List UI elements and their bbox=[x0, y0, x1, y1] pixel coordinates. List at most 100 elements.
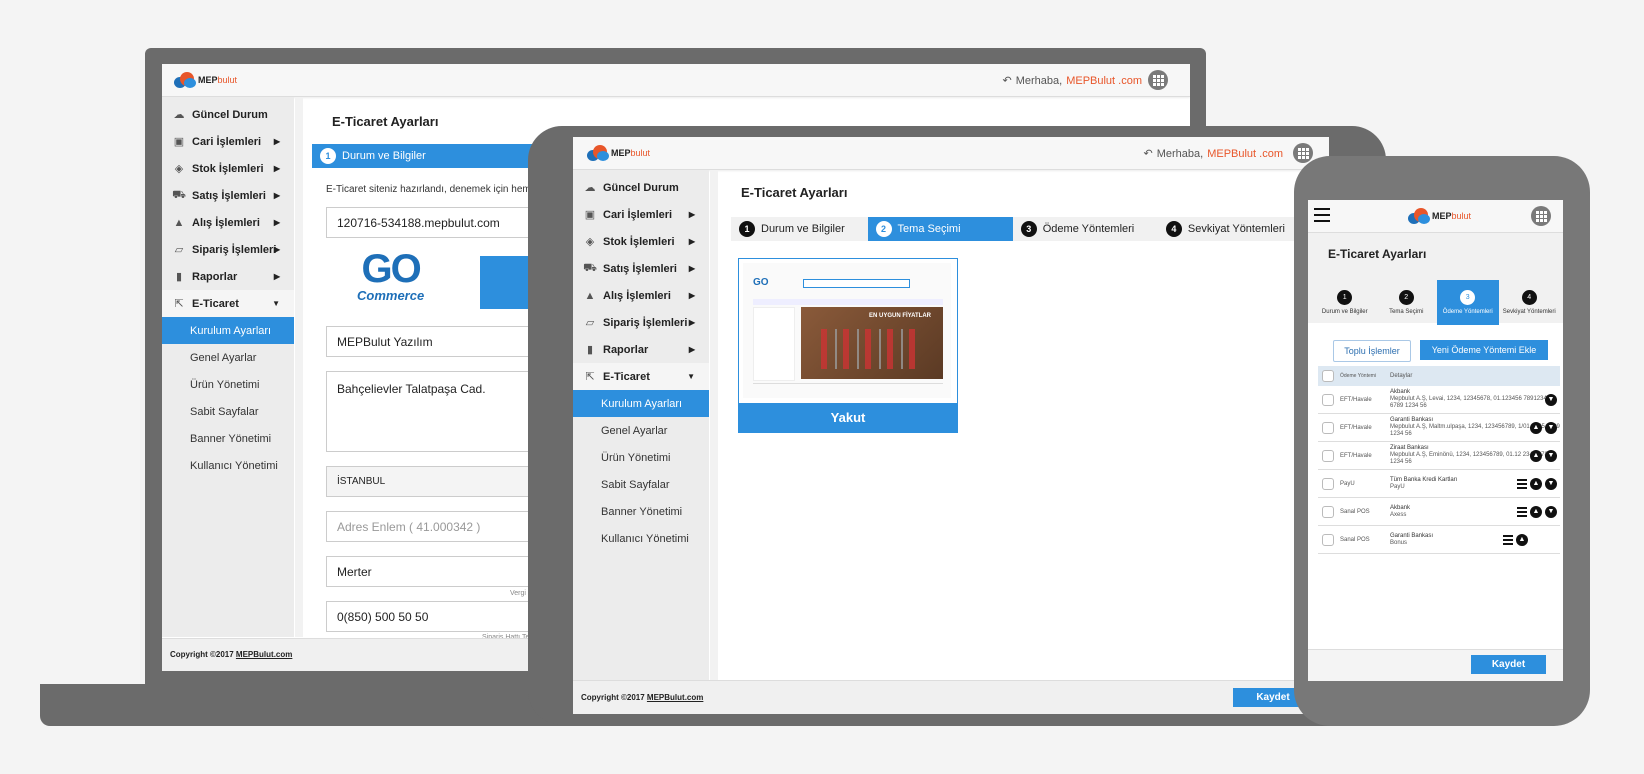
table-row[interactable]: EFT/Havale Akbank Mepbulut A.Ş, Levai, 123… bbox=[1318, 386, 1560, 414]
submenu-sabit-sayfalar[interactable]: Sabit Sayfalar bbox=[573, 471, 709, 498]
submenu-kurulum-ayarlari[interactable]: Kurulum Ayarları bbox=[573, 390, 709, 417]
sidebar-scrollbar[interactable] bbox=[710, 170, 718, 680]
menu-label: Sipariş İşlemleri bbox=[192, 243, 277, 256]
menu-raporlar[interactable]: ▮ Raporlar ▶ bbox=[573, 336, 709, 363]
submenu-kullanici-yonetimi[interactable]: Kullanıcı Yönetimi bbox=[573, 525, 709, 552]
step-1-tab[interactable]: 1 Durum ve Bilgiler bbox=[312, 144, 550, 168]
save-button[interactable]: Kaydet bbox=[1471, 655, 1546, 674]
table-row[interactable]: Sanal POS Garanti Bankası Bonus ▲ bbox=[1318, 526, 1560, 554]
copyright-link[interactable]: MEPBulut.com bbox=[236, 650, 292, 659]
row-checkbox[interactable] bbox=[1322, 393, 1334, 406]
page-title: E-Ticaret Ayarları bbox=[332, 114, 439, 129]
menu-cari-islemleri[interactable]: ▣ Cari İşlemleri ▶ bbox=[573, 201, 709, 228]
user-greeting: ↶ Merhaba, MEPBulut .com bbox=[1143, 147, 1283, 161]
step-2-tab[interactable]: 2 Tema Seçimi bbox=[1376, 280, 1438, 325]
list-icon[interactable] bbox=[1517, 506, 1527, 517]
domain-field[interactable]: 120716-534188.mepbulut.com bbox=[326, 207, 546, 238]
move-up-icon[interactable]: ▲ bbox=[1530, 477, 1542, 490]
theme-card[interactable]: GO EN UYGUN FİYATLAR Yakut bbox=[738, 258, 958, 433]
menu-siparis-islemleri[interactable]: ▱ Sipariş İşlemleri ▶ bbox=[162, 236, 294, 263]
table-row[interactable]: PayU Tüm Banka Kredi Kartları PayU ▲ ▼ bbox=[1318, 470, 1560, 498]
move-down-icon[interactable]: ▼ bbox=[1545, 393, 1557, 406]
submenu-genel-ayarlar[interactable]: Genel Ayarlar bbox=[573, 417, 709, 444]
menu-e-ticaret[interactable]: ⇱ E-Ticaret ▼ bbox=[573, 363, 709, 390]
bulk-actions-button[interactable]: Toplu İşlemler bbox=[1333, 340, 1411, 362]
submenu-banner-yonetimi[interactable]: Banner Yönetimi bbox=[573, 498, 709, 525]
menu-label: Alış İşlemleri bbox=[603, 289, 671, 302]
table-row[interactable]: EFT/Havale Garanti Bankası Mepbulut A.Ş, M… bbox=[1318, 414, 1560, 442]
move-up-icon[interactable]: ▲ bbox=[1530, 505, 1542, 518]
list-icon[interactable] bbox=[1517, 478, 1527, 489]
menu-e-ticaret[interactable]: ⇱ E-Ticaret ▼ bbox=[162, 290, 294, 317]
apps-grid-icon[interactable] bbox=[1148, 70, 1168, 90]
latitude-field[interactable]: Adres Enlem ( 41.000342 ) bbox=[326, 511, 546, 542]
menu-satis-islemleri[interactable]: ⛟ Satış İşlemleri ▶ bbox=[573, 255, 709, 282]
row-checkbox[interactable] bbox=[1322, 505, 1334, 518]
user-name[interactable]: MEPBulut .com bbox=[1207, 148, 1283, 160]
logo[interactable]: MEP bulut bbox=[587, 145, 650, 161]
row-checkbox[interactable] bbox=[1322, 421, 1334, 434]
address-field[interactable]: Bahçelievler Talatpaşa Cad. bbox=[326, 371, 546, 452]
move-up-icon[interactable]: ▲ bbox=[1530, 421, 1542, 434]
user-icon: ↶ bbox=[1143, 148, 1153, 160]
table-row[interactable]: Sanal POS Akbank Axess ▲ ▼ bbox=[1318, 498, 1560, 526]
row-checkbox[interactable] bbox=[1322, 477, 1334, 490]
row-checkbox[interactable] bbox=[1322, 449, 1334, 462]
menu-raporlar[interactable]: ▮ Raporlar ▶ bbox=[162, 263, 294, 290]
step-1-tab[interactable]: 1 Durum ve Bilgiler bbox=[731, 217, 868, 241]
add-payment-method-button[interactable]: Yeni Ödeme Yöntemi Ekle bbox=[1420, 340, 1548, 360]
submenu-kullanici-yonetimi[interactable]: Kullanıcı Yönetimi bbox=[162, 452, 294, 479]
move-down-icon[interactable]: ▼ bbox=[1545, 477, 1557, 490]
phone-field[interactable]: 0(850) 500 50 50 bbox=[326, 601, 546, 632]
preview-logo: GO bbox=[753, 277, 769, 288]
step-3-tab[interactable]: 3 Ödeme Yöntemleri bbox=[1437, 280, 1499, 325]
submenu-sabit-sayfalar[interactable]: Sabit Sayfalar bbox=[162, 398, 294, 425]
move-down-icon[interactable]: ▼ bbox=[1545, 449, 1557, 462]
apps-grid-icon[interactable] bbox=[1531, 206, 1551, 226]
city-select[interactable]: İSTANBUL bbox=[326, 466, 546, 497]
select-all-checkbox[interactable] bbox=[1322, 370, 1334, 382]
step-1-tab[interactable]: 1 Durum ve Bilgiler bbox=[1314, 280, 1376, 325]
submenu-urun-yonetimi[interactable]: Ürün Yönetimi bbox=[162, 371, 294, 398]
user-icon: ↶ bbox=[1002, 75, 1012, 87]
menu-label: Raporlar bbox=[603, 343, 649, 356]
submenu-genel-ayarlar[interactable]: Genel Ayarlar bbox=[162, 344, 294, 371]
menu-stok-islemleri[interactable]: ◈ Stok İşlemleri ▶ bbox=[162, 155, 294, 182]
move-down-icon[interactable]: ▼ bbox=[1545, 505, 1557, 518]
commerce-logo-text: Commerce bbox=[357, 288, 425, 303]
logo[interactable]: MEP bulut bbox=[1408, 208, 1471, 224]
menu-cari-islemleri[interactable]: ▣ Cari İşlemleri ▶ bbox=[162, 128, 294, 155]
move-up-icon[interactable]: ▲ bbox=[1516, 533, 1528, 546]
menu-satis-islemleri[interactable]: ⛟ Satış İşlemleri ▶ bbox=[162, 182, 294, 209]
copyright: Copyright ©2017 MEPBulut.com bbox=[581, 693, 703, 702]
row-type: EFT/Havale bbox=[1340, 452, 1372, 459]
bag-icon: ▲ bbox=[173, 216, 185, 229]
step-4-tab[interactable]: 4 Sevkiyat Yöntemleri bbox=[1499, 280, 1561, 325]
company-field[interactable]: MEPBulut Yazılım bbox=[326, 326, 546, 357]
submenu-kurulum-ayarlari[interactable]: Kurulum Ayarları bbox=[162, 317, 294, 344]
step-label: Durum ve Bilgiler bbox=[1321, 309, 1368, 315]
copyright-link[interactable]: MEPBulut.com bbox=[647, 693, 703, 702]
menu-alis-islemleri[interactable]: ▲ Alış İşlemleri ▶ bbox=[573, 282, 709, 309]
hamburger-menu-icon[interactable] bbox=[1314, 208, 1330, 222]
apps-grid-icon[interactable] bbox=[1293, 143, 1313, 163]
menu-stok-islemleri[interactable]: ◈ Stok İşlemleri ▶ bbox=[573, 228, 709, 255]
step-2-tab[interactable]: 2 Tema Seçimi bbox=[867, 217, 1013, 241]
move-up-icon[interactable]: ▲ bbox=[1530, 449, 1542, 462]
menu-guncel-durum[interactable]: ☁ Güncel Durum bbox=[573, 174, 709, 201]
sidebar-scrollbar[interactable] bbox=[295, 97, 303, 637]
user-name[interactable]: MEPBulut .com bbox=[1066, 75, 1142, 87]
menu-siparis-islemleri[interactable]: ▱ Sipariş İşlemleri ▶ bbox=[573, 309, 709, 336]
district-field[interactable]: Merter bbox=[326, 556, 546, 587]
submenu-urun-yonetimi[interactable]: Ürün Yönetimi bbox=[573, 444, 709, 471]
table-row[interactable]: EFT/Havale Ziraat Bankası Mepbulut A.Ş, Em… bbox=[1318, 442, 1560, 470]
menu-guncel-durum[interactable]: ☁ Güncel Durum bbox=[162, 101, 294, 128]
submenu-banner-yonetimi[interactable]: Banner Yönetimi bbox=[162, 425, 294, 452]
row-checkbox[interactable] bbox=[1322, 533, 1334, 546]
step-3-tab[interactable]: 3 Ödeme Yöntemleri bbox=[1013, 217, 1158, 241]
menu-alis-islemleri[interactable]: ▲ Alış İşlemleri ▶ bbox=[162, 209, 294, 236]
logo[interactable]: MEP bulut bbox=[174, 72, 237, 88]
move-down-icon[interactable]: ▼ bbox=[1545, 421, 1557, 434]
logo-upload-button[interactable] bbox=[480, 256, 530, 309]
list-icon[interactable] bbox=[1503, 534, 1513, 545]
